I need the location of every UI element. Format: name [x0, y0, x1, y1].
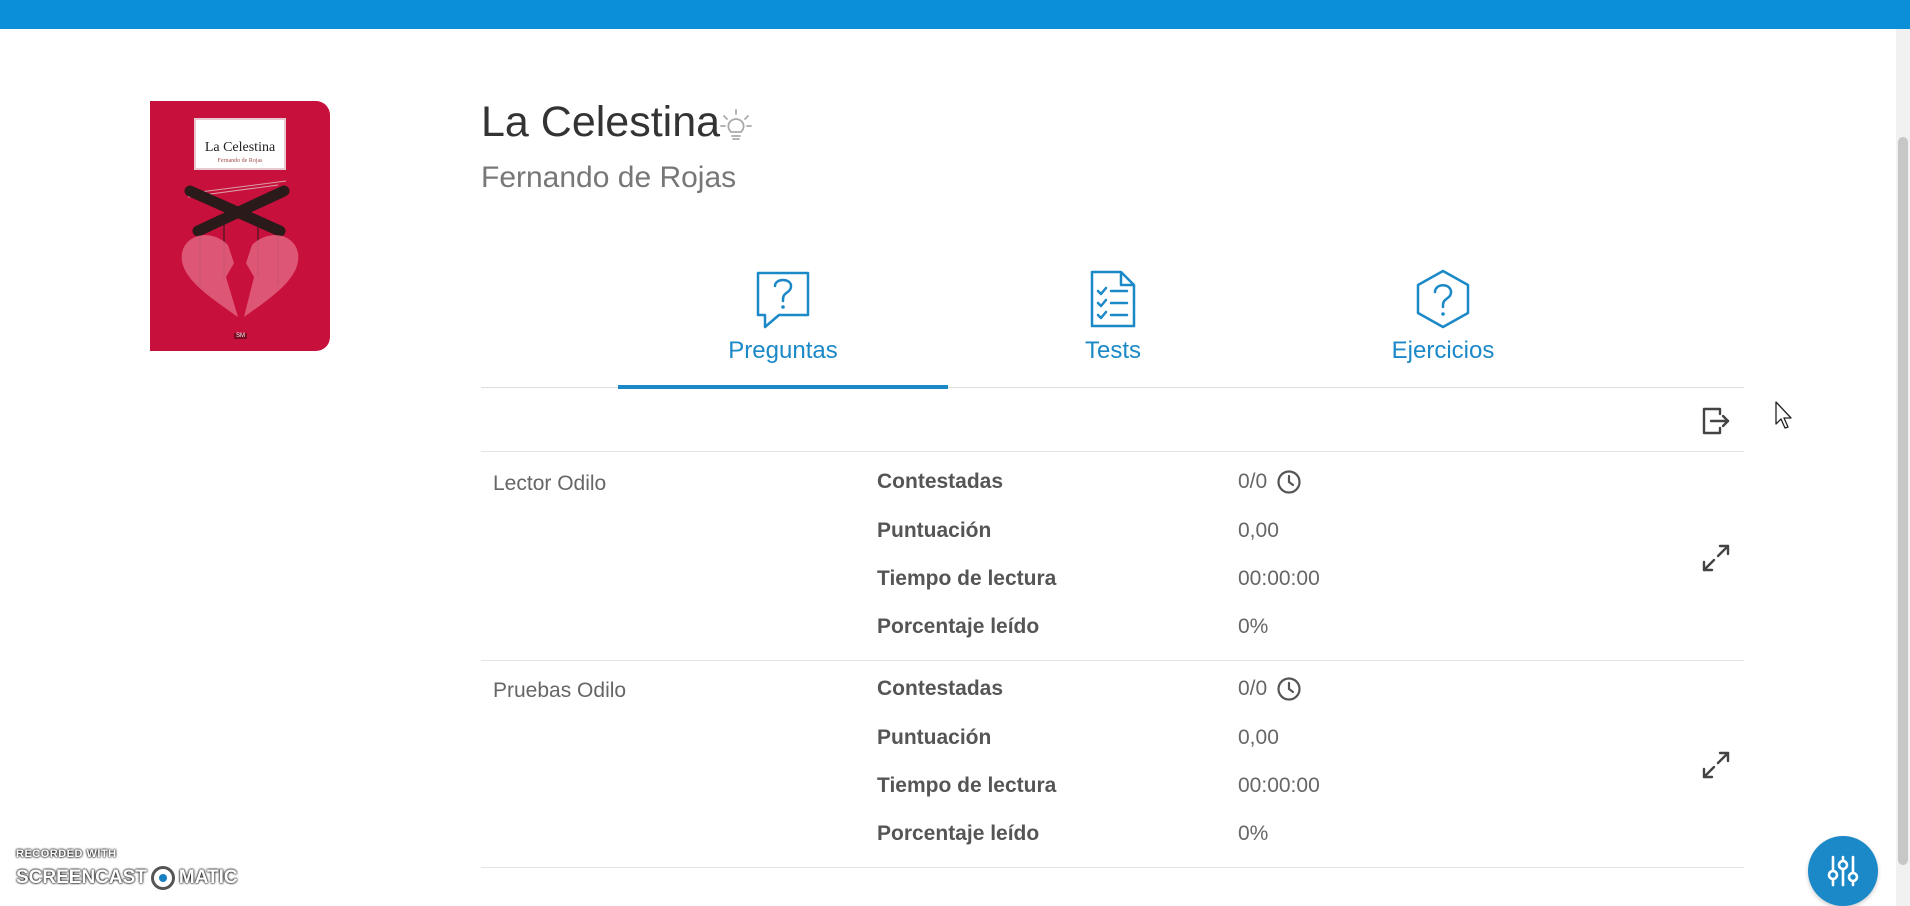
watermark-screencast-matic: SCREENCAST MATIC [16, 866, 238, 890]
book-cover: COLECCIÓN CLÁSICOS La Celestina Fernando… [150, 101, 330, 351]
stat-label-contestadas: Contestadas [877, 677, 1004, 700]
lightbulb-icon[interactable] [720, 108, 752, 144]
stat-label-tiempo-lectura: Tiempo de lectura [877, 774, 1057, 797]
question-hexagon-icon [1416, 269, 1470, 329]
expand-icon[interactable] [1700, 749, 1732, 781]
mouse-cursor-icon [1775, 401, 1792, 429]
sliders-icon [1827, 855, 1859, 887]
watermark-right: MATIC [178, 867, 238, 888]
stat-value-tiempo-lectura: 00:00:00 [1238, 774, 1320, 797]
book-title: La Celestina [481, 98, 721, 146]
stat-label-porcentaje-leido: Porcentaje leído [877, 822, 1040, 845]
export-icon[interactable] [1700, 404, 1732, 438]
reader-name: Lector Odilo [493, 472, 607, 495]
stat-value-puntuacion: 0,00 [1238, 519, 1279, 542]
cover-title: La Celestina [204, 140, 276, 155]
stat-value-porcentaje-leido: 0% [1238, 822, 1269, 845]
top-bar [0, 0, 1910, 29]
tab-bar: Preguntas Tests Ejercicios [481, 258, 1744, 389]
tab-ejercicios[interactable]: Ejercicios [1278, 258, 1608, 387]
watermark-left: SCREENCAST [16, 867, 147, 888]
settings-sliders-button[interactable] [1808, 836, 1878, 906]
tab-preguntas[interactable]: Preguntas [618, 258, 948, 389]
tab-preguntas-label: Preguntas [728, 337, 838, 364]
tab-tests[interactable]: Tests [948, 258, 1278, 387]
screencast-logo-icon [150, 866, 175, 890]
stat-value-porcentaje-leido: 0% [1238, 615, 1269, 638]
book-author: Fernando de Rojas [481, 161, 737, 194]
stat-label-contestadas: Contestadas [877, 470, 1004, 493]
cover-author: Fernando de Rojas [217, 158, 263, 164]
stat-value-contestadas: 0/0 [1238, 677, 1268, 700]
watermark-recorded-with: RECORDED WITH [16, 848, 117, 860]
cover-publisher-logo: SM [234, 333, 247, 339]
question-speech-bubble-icon [756, 271, 810, 329]
tab-ejercicios-label: Ejercicios [1391, 337, 1495, 364]
reader-row-lector-odilo: Lector Odilo Contestadas 0/0 Puntuación … [481, 451, 1744, 661]
cover-collection: COLECCIÓN CLÁSICOS [202, 126, 278, 132]
clock-icon[interactable] [1276, 469, 1302, 495]
clock-icon[interactable] [1276, 676, 1302, 702]
stat-value-contestadas: 0/0 [1238, 470, 1268, 493]
reader-name: Pruebas Odilo [493, 679, 627, 702]
cover-broken-heart-illustration [181, 180, 299, 317]
stat-label-puntuacion: Puntuación [877, 726, 992, 749]
stat-label-puntuacion: Puntuación [877, 519, 992, 542]
stat-value-tiempo-lectura: 00:00:00 [1238, 567, 1320, 590]
scrollbar-thumb[interactable] [1898, 137, 1908, 865]
page-scrollbar[interactable] [1896, 29, 1910, 906]
stat-label-tiempo-lectura: Tiempo de lectura [877, 567, 1057, 590]
cover-label-box: COLECCIÓN CLÁSICOS La Celestina Fernando… [194, 118, 286, 170]
checklist-document-icon [1090, 270, 1136, 328]
stat-value-puntuacion: 0,00 [1238, 726, 1279, 749]
expand-icon[interactable] [1700, 542, 1732, 574]
stat-label-porcentaje-leido: Porcentaje leído [877, 615, 1040, 638]
tab-tests-label: Tests [1084, 337, 1141, 364]
reader-row-pruebas-odilo: Pruebas Odilo Contestadas 0/0 Puntuación… [481, 659, 1744, 868]
